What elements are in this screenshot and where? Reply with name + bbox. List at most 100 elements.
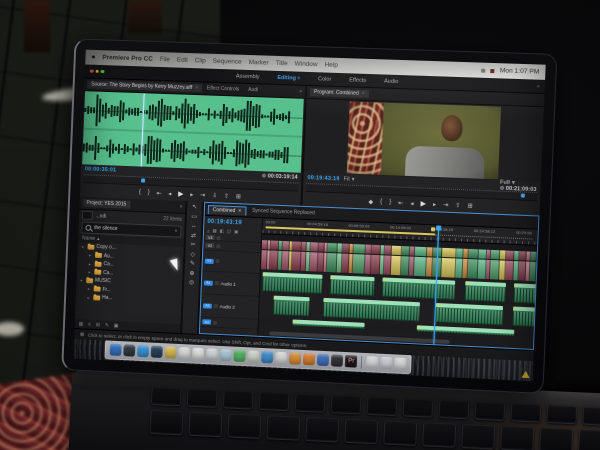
play-button[interactable]: ▶	[178, 190, 184, 198]
status-icon[interactable]	[491, 68, 495, 72]
twirl-caret-icon[interactable]: ▸	[87, 295, 91, 300]
audio-clip[interactable]	[435, 303, 503, 325]
track-lock-icon[interactable]	[215, 281, 219, 285]
timeline-toolbar-icon[interactable]: ◧	[220, 228, 224, 234]
twirl-caret-icon[interactable]: ▾	[80, 278, 84, 283]
dock-icon-app-store[interactable]	[261, 351, 273, 364]
tab-sequence-1[interactable]: Synced Sequence Replaced	[248, 207, 319, 218]
tab-source-1[interactable]: Effect Controls	[203, 84, 244, 93]
rate-stretch-tool[interactable]: ⇄	[191, 233, 196, 239]
selection-tool[interactable]: ↖	[192, 204, 197, 210]
video-clip[interactable]	[371, 245, 380, 254]
video-clip[interactable]	[327, 243, 337, 252]
mark-out-button[interactable]: }	[389, 199, 391, 205]
close-icon[interactable]: ×	[238, 208, 241, 214]
track-select-tool[interactable]: ▭	[191, 214, 197, 220]
hand-tool[interactable]: ⊕	[189, 270, 194, 276]
audio-clip[interactable]	[262, 272, 322, 294]
audio-clip[interactable]	[465, 281, 506, 302]
dock-icon-pages[interactable]	[275, 352, 287, 365]
video-clip[interactable]	[353, 244, 365, 254]
track-header-v1[interactable]: V1	[202, 251, 260, 274]
video-clip[interactable]	[536, 262, 537, 281]
dock-icon-messages[interactable]	[234, 350, 246, 363]
video-clip[interactable]	[353, 254, 366, 274]
project-toolbar-icon[interactable]: ✎	[105, 322, 109, 328]
go-to-in-button[interactable]: ⇤	[156, 189, 161, 196]
pen-tool[interactable]: ✎	[190, 261, 195, 267]
workspace-overflow-icon[interactable]: »	[536, 83, 539, 89]
track-target-a1[interactable]: A1	[204, 280, 213, 285]
audio-clip[interactable]	[417, 325, 515, 336]
zoom-tool[interactable]: ◎	[189, 280, 194, 286]
step-back-button[interactable]: ◂	[168, 190, 171, 197]
twirl-caret-icon[interactable]: ▾	[82, 244, 86, 249]
clear-search-icon[interactable]: ×	[174, 228, 177, 234]
dock-icon-textedit[interactable]	[192, 348, 204, 360]
track-target-v1[interactable]: V1	[205, 258, 214, 263]
apple-menu-icon[interactable]: ●	[91, 54, 95, 61]
track-lock-icon[interactable]	[214, 304, 218, 308]
workspace-tab-audio[interactable]: Audio	[382, 77, 401, 86]
status-icon[interactable]	[481, 68, 485, 72]
tab-project[interactable]: Project: YES 2015	[82, 199, 130, 209]
twirl-caret-icon[interactable]: ▸	[89, 261, 93, 266]
menu-sequence[interactable]: Sequence	[213, 58, 242, 66]
track-target-v2[interactable]: V2	[205, 243, 214, 248]
razor-tool[interactable]: ✂	[190, 242, 195, 248]
tab-program[interactable]: Program: Combined ×	[310, 88, 369, 98]
go-to-in-button[interactable]: ⇤	[398, 199, 403, 206]
project-tab-overflow-icon[interactable]: »	[179, 204, 182, 210]
menu-clip[interactable]: Clip	[195, 57, 206, 64]
timeline-tracks[interactable]	[258, 234, 537, 349]
dock-icon-weather[interactable]	[220, 349, 232, 362]
timeline-toolbar-icon[interactable]: ▦	[212, 228, 216, 234]
wrench-icon[interactable]: ⚙	[262, 173, 267, 179]
tab-source-0[interactable]: Source: The Story Begins by Kerry Muzzey…	[87, 80, 202, 92]
track-header-a2[interactable]: A2Audio 2	[201, 294, 259, 320]
close-window-button[interactable]	[90, 69, 94, 73]
project-toolbar-icon[interactable]: ▣	[114, 322, 119, 328]
video-clip[interactable]	[392, 246, 402, 255]
source-scrub-thumb[interactable]	[141, 178, 145, 182]
video-clip[interactable]	[441, 258, 456, 278]
audio-clip[interactable]	[512, 307, 537, 328]
fit-dropdown[interactable]: Fit ▾	[343, 176, 354, 182]
mark-in-button[interactable]: {	[380, 199, 382, 205]
workspace-tab-assembly[interactable]: Assembly	[234, 72, 262, 81]
audio-clip[interactable]	[273, 296, 310, 317]
dock-icon-notes[interactable]	[165, 346, 177, 358]
track-lock-icon[interactable]	[213, 320, 217, 324]
menu-help[interactable]: Help	[324, 61, 338, 68]
step-forward-button[interactable]: ▸	[190, 191, 193, 198]
menu-window[interactable]: Window	[294, 60, 317, 68]
dock-icon-settings[interactable]	[331, 354, 343, 367]
slip-tool[interactable]: ◇	[190, 252, 195, 258]
twirl-caret-icon[interactable]: ▸	[88, 270, 92, 275]
track-lock-icon[interactable]	[216, 244, 220, 248]
program-scrub-thumb[interactable]	[521, 193, 525, 197]
video-clip[interactable]	[442, 248, 457, 258]
source-tab-overflow-icon[interactable]: »	[299, 89, 302, 95]
step-forward-button[interactable]: ▸	[433, 201, 436, 208]
overwrite-button[interactable]: ⇧	[224, 192, 229, 199]
workspace-tab-color[interactable]: Color	[316, 75, 333, 84]
dock-icon-premiere-pro[interactable]: Pr	[345, 355, 358, 368]
lift-button[interactable]: ⇧	[455, 201, 460, 208]
dock-icon-preview[interactable]	[206, 348, 218, 361]
audio-clip[interactable]	[292, 319, 364, 328]
mark-out-button[interactable]: }	[148, 190, 150, 196]
play-button[interactable]: ▶	[420, 200, 426, 208]
dock-icon-itunes[interactable]	[289, 352, 301, 365]
add-marker-button[interactable]: ◆	[368, 198, 373, 205]
video-clip[interactable]	[491, 250, 501, 259]
dock-icon-ibooks[interactable]	[303, 353, 315, 366]
timeline-toolbar-icon[interactable]: ◫	[227, 229, 231, 235]
menubar-clock[interactable]: Mon 1:07 PM	[500, 67, 540, 75]
dock-icon-safari[interactable]	[137, 345, 149, 357]
source-waveform[interactable]: LR	[82, 91, 304, 173]
close-icon[interactable]: ×	[195, 85, 198, 91]
dock-icon-trash[interactable]	[394, 357, 407, 370]
track-target-a2[interactable]: A2	[203, 303, 212, 308]
timeline-toolbar-icon[interactable]: ≡	[207, 228, 210, 233]
